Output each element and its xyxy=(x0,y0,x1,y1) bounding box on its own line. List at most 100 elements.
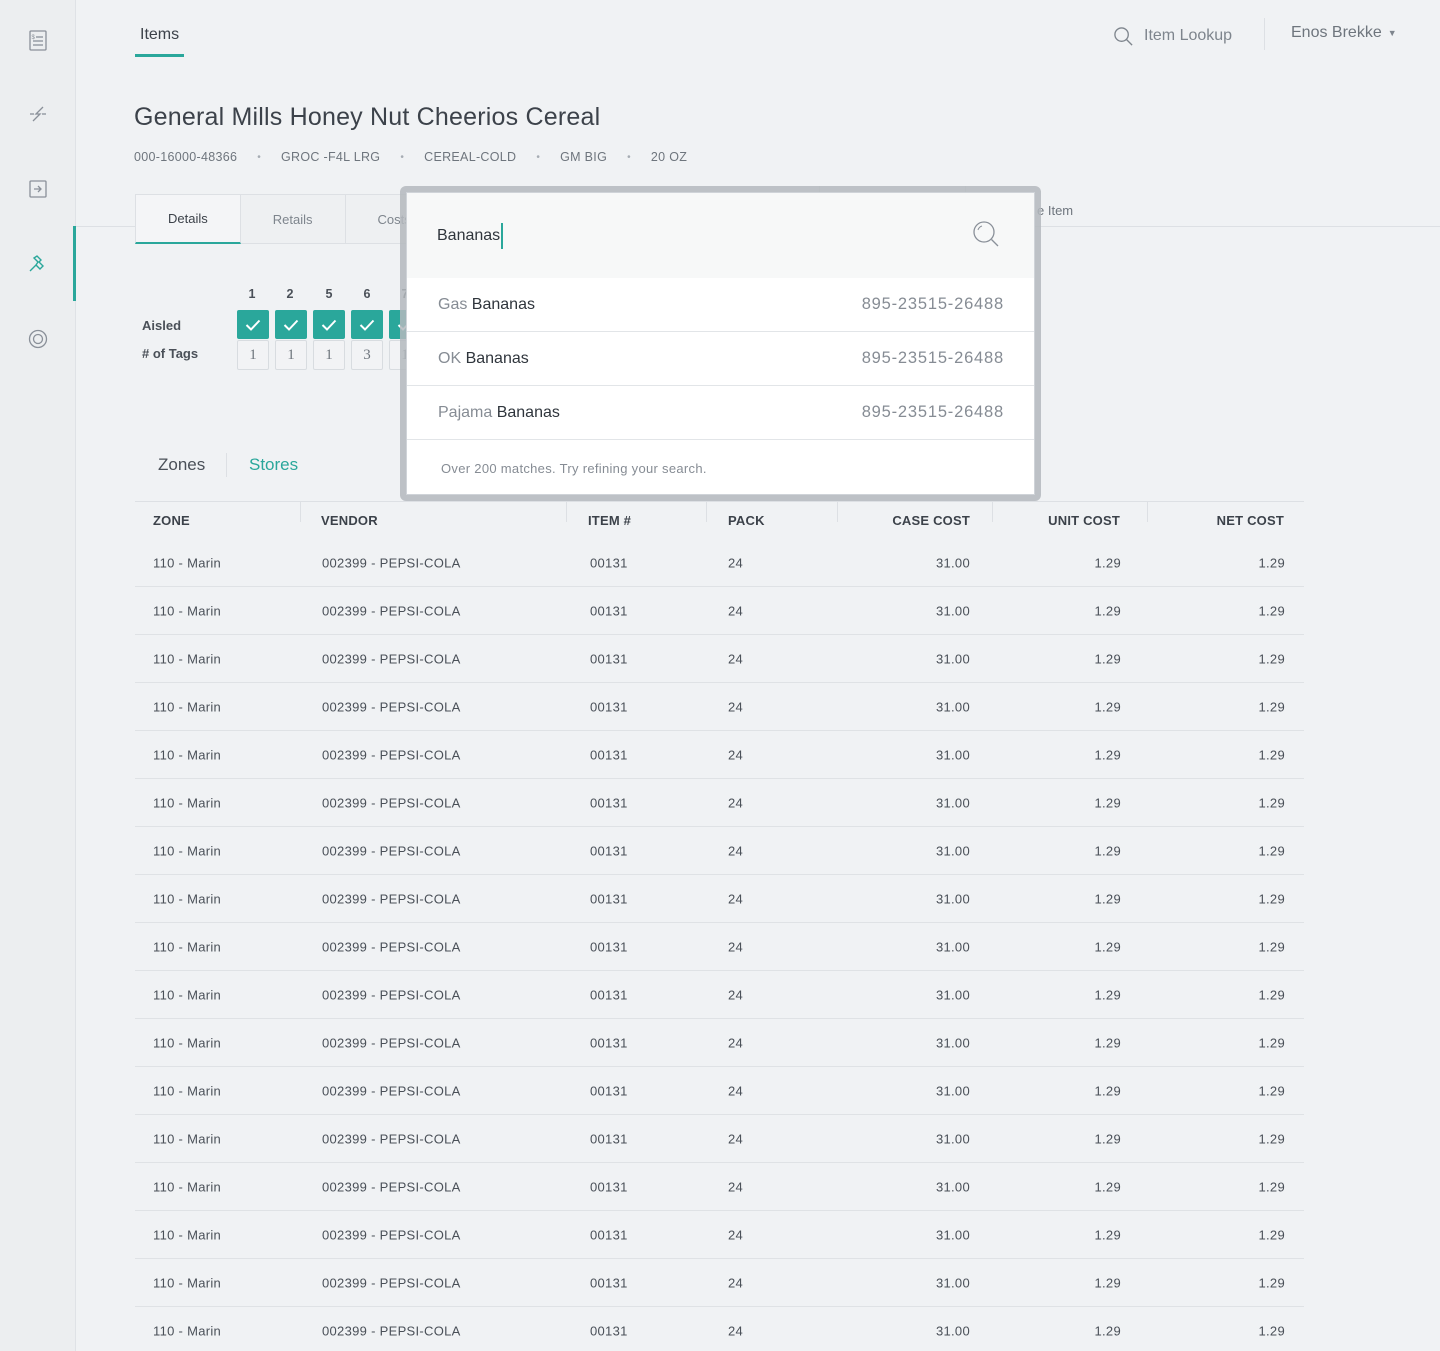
cell-pack: 24 xyxy=(728,939,744,954)
column-header-zone[interactable]: ZONE xyxy=(153,513,190,528)
cell-vendor: 002399 - PEPSI-COLA xyxy=(322,1323,461,1338)
table-row[interactable]: 110 - Marin 002399 - PEPSI-COLA 00131 24 31.… xyxy=(135,923,1304,971)
table-row[interactable]: 110 - Marin 002399 - PEPSI-COLA 00131 24 31.… xyxy=(135,827,1304,875)
cell-unit-cost: 1.29 xyxy=(1094,795,1121,810)
checkmark-icon xyxy=(321,319,337,331)
top-tab-items[interactable]: Items xyxy=(135,26,185,57)
settings-icon xyxy=(28,329,48,348)
item-lookup-button[interactable]: Item Lookup xyxy=(1113,24,1232,48)
tab-retails[interactable]: Retails xyxy=(240,194,346,244)
table-row[interactable]: 110 - Marin 002399 - PEPSI-COLA 00131 24 31.… xyxy=(135,875,1304,923)
cell-item-number: 00131 xyxy=(590,1083,628,1098)
cell-net-cost: 1.29 xyxy=(1258,1035,1285,1050)
cell-pack: 24 xyxy=(728,603,744,618)
cell-vendor: 002399 - PEPSI-COLA xyxy=(322,747,461,762)
aisled-checkbox[interactable] xyxy=(275,310,307,339)
table-row[interactable]: 110 - Marin 002399 - PEPSI-COLA 00131 24 31.… xyxy=(135,1211,1304,1259)
column-header-unit-cost[interactable]: UNIT COST xyxy=(1048,513,1120,528)
table-row[interactable]: 110 - Marin 002399 - PEPSI-COLA 00131 24 31.… xyxy=(135,731,1304,779)
column-header-pack[interactable]: PACK xyxy=(728,513,765,528)
tab-item-action[interactable]: e Item xyxy=(1037,194,1073,227)
column-header-item-number[interactable]: ITEM # xyxy=(588,513,631,528)
table-row[interactable]: 110 - Marin 002399 - PEPSI-COLA 00131 24 31.… xyxy=(135,1115,1304,1163)
result-code: 895-23515-26488 xyxy=(861,295,1004,313)
aisled-checkbox[interactable] xyxy=(237,310,269,339)
meta-separator: • xyxy=(627,151,631,163)
search-icon[interactable] xyxy=(972,220,1000,248)
table-row[interactable]: 110 - Marin 002399 - PEPSI-COLA 00131 24 31.… xyxy=(135,1163,1304,1211)
cell-item-number: 00131 xyxy=(590,747,628,762)
sidebar-item-receipts[interactable]: $ xyxy=(0,2,76,77)
table-row[interactable]: 110 - Marin 002399 - PEPSI-COLA 00131 24 31.… xyxy=(135,587,1304,635)
cell-net-cost: 1.29 xyxy=(1258,651,1285,666)
aisled-checkbox[interactable] xyxy=(313,310,345,339)
column-header-vendor[interactable]: VENDOR xyxy=(321,513,378,528)
cell-pack: 24 xyxy=(728,651,744,666)
cell-vendor: 002399 - PEPSI-COLA xyxy=(322,891,461,906)
sidebar-item-settings[interactable] xyxy=(0,301,76,376)
sidebar-item-promotions[interactable] xyxy=(0,76,76,151)
search-icon xyxy=(1114,26,1133,46)
table-row[interactable]: 110 - Marin 002399 - PEPSI-COLA 00131 24 31.… xyxy=(135,1259,1304,1307)
tab-stores[interactable]: Stores xyxy=(249,455,298,475)
cell-item-number: 00131 xyxy=(590,603,628,618)
cell-item-number: 00131 xyxy=(590,1275,628,1290)
cell-item-number: 00131 xyxy=(590,843,628,858)
cell-vendor: 002399 - PEPSI-COLA xyxy=(322,1275,461,1290)
aisled-checkbox[interactable] xyxy=(351,310,383,339)
search-result-item[interactable]: Pajama Bananas 895-23515-26488 xyxy=(407,386,1034,440)
user-menu[interactable]: Enos Brekke ▼ xyxy=(1291,24,1397,42)
tag-count[interactable]: 3 xyxy=(351,340,383,370)
cell-unit-cost: 1.29 xyxy=(1094,843,1121,858)
table-row[interactable]: 110 - Marin 002399 - PEPSI-COLA 00131 24 31.… xyxy=(135,1019,1304,1067)
item-lookup-label: Item Lookup xyxy=(1144,27,1233,44)
cell-zone: 110 - Marin xyxy=(153,1275,222,1290)
item-size: 20 OZ xyxy=(650,150,688,164)
user-name: Enos Brekke xyxy=(1291,24,1382,41)
cell-vendor: 002399 - PEPSI-COLA xyxy=(322,987,461,1002)
column-header-case-cost[interactable]: CASE COST xyxy=(892,513,970,528)
zone-cost-table: ZONE VENDOR ITEM # PACK CASE COST UNIT C… xyxy=(135,501,1304,1351)
search-result-item[interactable]: Gas Bananas 895-23515-26488 xyxy=(407,278,1034,332)
cell-item-number: 00131 xyxy=(590,555,628,570)
tab-zones[interactable]: Zones xyxy=(158,455,205,475)
tag-count[interactable]: 1 xyxy=(313,340,345,370)
sidebar-item-items[interactable] xyxy=(0,226,76,301)
cell-net-cost: 1.29 xyxy=(1258,939,1285,954)
meta-separator: • xyxy=(257,151,262,163)
sidebar-item-import[interactable] xyxy=(0,151,76,226)
cell-case-cost: 31.00 xyxy=(935,1227,970,1242)
store-column-number: 6 xyxy=(363,287,371,301)
cell-item-number: 00131 xyxy=(590,891,628,906)
cell-unit-cost: 1.29 xyxy=(1094,699,1121,714)
checkmark-icon xyxy=(359,319,375,331)
table-row[interactable]: 110 - Marin 002399 - PEPSI-COLA 00131 24 31.… xyxy=(135,635,1304,683)
table-header: ZONE VENDOR ITEM # PACK CASE COST UNIT C… xyxy=(135,501,1304,539)
cell-pack: 24 xyxy=(728,795,744,810)
tag-count[interactable]: 1 xyxy=(237,340,269,370)
column-header-net-cost[interactable]: NET COST xyxy=(1217,513,1284,528)
cell-net-cost: 1.29 xyxy=(1258,1083,1285,1098)
cell-pack: 24 xyxy=(728,1131,744,1146)
tab-details[interactable]: Details xyxy=(135,194,241,244)
table-row[interactable]: 110 - Marin 002399 - PEPSI-COLA 00131 24 31.… xyxy=(135,1067,1304,1115)
table-row[interactable]: 110 - Marin 002399 - PEPSI-COLA 00131 24 31.… xyxy=(135,539,1304,587)
cell-zone: 110 - Marin xyxy=(153,699,222,714)
search-result-item[interactable]: OK Bananas 895-23515-26488 xyxy=(407,332,1034,386)
cell-item-number: 00131 xyxy=(590,1179,628,1194)
table-row[interactable]: 110 - Marin 002399 - PEPSI-COLA 00131 24 31.… xyxy=(135,1307,1304,1351)
store-column-number: 1 xyxy=(248,287,256,301)
cell-item-number: 00131 xyxy=(590,1035,628,1050)
cell-unit-cost: 1.29 xyxy=(1094,1131,1121,1146)
cell-zone: 110 - Marin xyxy=(153,1083,222,1098)
table-row[interactable]: 110 - Marin 002399 - PEPSI-COLA 00131 24 31.… xyxy=(135,683,1304,731)
cell-vendor: 002399 - PEPSI-COLA xyxy=(322,555,461,570)
table-row[interactable]: 110 - Marin 002399 - PEPSI-COLA 00131 24 31.… xyxy=(135,779,1304,827)
tag-count[interactable]: 1 xyxy=(275,340,307,370)
item-tabs: Details Retails Costs xyxy=(135,194,444,244)
cell-pack: 24 xyxy=(728,1179,744,1194)
cell-unit-cost: 1.29 xyxy=(1094,939,1121,954)
cell-vendor: 002399 - PEPSI-COLA xyxy=(322,1131,461,1146)
search-input[interactable]: Bananas xyxy=(437,223,504,249)
table-row[interactable]: 110 - Marin 002399 - PEPSI-COLA 00131 24 31.… xyxy=(135,971,1304,1019)
